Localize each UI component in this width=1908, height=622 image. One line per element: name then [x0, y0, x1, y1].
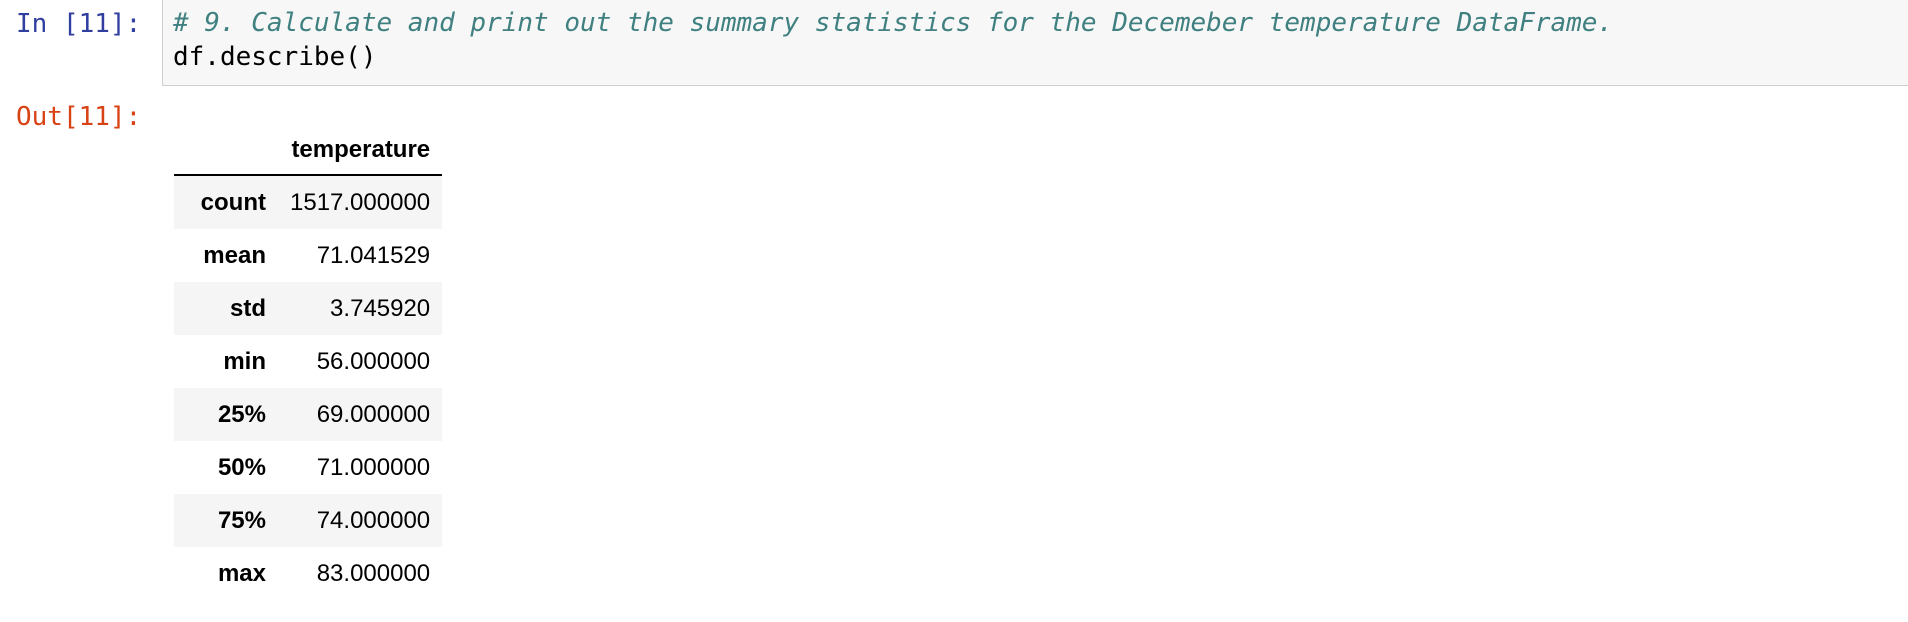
row-index-label: count: [200, 188, 266, 216]
table-row: 50% 71.000000: [174, 441, 443, 494]
row-value: 3.745920: [330, 294, 431, 322]
row-value: 71.041529: [316, 241, 431, 269]
input-prompt: In [11]:: [16, 9, 142, 39]
row-index-label: 25%: [217, 400, 266, 428]
table-row: 25% 69.000000: [174, 388, 443, 441]
row-index-label: std: [230, 294, 266, 322]
row-index-label: min: [223, 347, 266, 375]
row-value: 83.000000: [316, 559, 431, 587]
dataframe-table: temperature count 1517.000000 mean 71.04…: [174, 126, 443, 600]
row-value: 74.000000: [316, 506, 431, 534]
row-index-label: 50%: [217, 453, 266, 481]
table-header-row: temperature: [174, 126, 443, 176]
row-value: 56.000000: [316, 347, 431, 375]
row-value: 71.000000: [316, 453, 431, 481]
table-row: 75% 74.000000: [174, 494, 443, 547]
row-index-label: mean: [203, 241, 266, 269]
table-row: max 83.000000: [174, 547, 443, 600]
code-comment-line: # 9. Calculate and print out the summary…: [173, 8, 1614, 38]
table-row: min 56.000000: [174, 335, 443, 388]
table-row: std 3.745920: [174, 282, 443, 335]
table-row: mean 71.041529: [174, 229, 443, 282]
code-line: df.describe(): [173, 42, 377, 72]
row-value: 1517.000000: [290, 188, 431, 216]
table-row: count 1517.000000: [174, 175, 443, 229]
row-value: 69.000000: [316, 400, 431, 428]
row-index-label: max: [217, 559, 266, 587]
row-index-label: 75%: [217, 506, 266, 534]
output-prompt: Out[11]:: [16, 102, 142, 132]
output-area: temperature count 1517.000000 mean 71.04…: [174, 126, 443, 600]
index-header-cell: [174, 126, 278, 176]
column-header-temperature: temperature: [278, 126, 443, 176]
code-input-area[interactable]: # 9. Calculate and print out the summary…: [162, 0, 1908, 86]
